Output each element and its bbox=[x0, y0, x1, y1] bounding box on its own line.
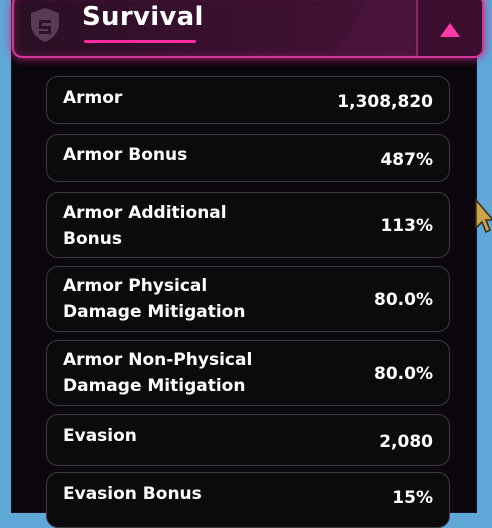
stat-row-armor-bonus: Armor Bonus 487% bbox=[46, 134, 450, 182]
stat-row-armor: Armor 1,308,820 bbox=[46, 76, 450, 124]
collapse-toggle-button[interactable] bbox=[416, 0, 482, 56]
collapse-arrow-icon bbox=[440, 23, 460, 37]
section-title: Survival bbox=[82, 2, 204, 32]
stat-label: Armor Non-Physical Damage Mitigation bbox=[63, 350, 253, 396]
stat-value: 487% bbox=[380, 150, 433, 170]
stat-value: 15% bbox=[392, 488, 433, 508]
stat-value: 2,080 bbox=[379, 432, 433, 452]
stat-row-evasion: Evasion 2,080 bbox=[46, 414, 450, 466]
mouse-cursor-icon bbox=[475, 198, 492, 234]
title-underline bbox=[84, 40, 196, 43]
stat-label: Armor Additional Bonus bbox=[63, 203, 227, 249]
stat-label: Armor Bonus bbox=[63, 145, 188, 165]
stat-row-evasion-bonus: Evasion Bonus 15% bbox=[46, 472, 450, 528]
stat-row-armor-non-physical-mitigation: Armor Non-Physical Damage Mitigation 80.… bbox=[46, 340, 450, 406]
stat-value: 113% bbox=[380, 216, 433, 236]
stat-value: 1,308,820 bbox=[337, 92, 433, 112]
shield-icon bbox=[31, 8, 59, 42]
stat-label: Armor bbox=[63, 88, 123, 108]
survival-panel: Survival Armor 1,308,820 Armor Bonus 487… bbox=[12, 0, 484, 528]
stat-label: Armor Physical Damage Mitigation bbox=[63, 276, 246, 322]
stat-row-armor-additional-bonus: Armor Additional Bonus 113% bbox=[46, 192, 450, 258]
stat-value: 80.0% bbox=[374, 290, 433, 310]
stat-label: Evasion bbox=[63, 426, 137, 446]
stat-label: Evasion Bonus bbox=[63, 484, 202, 504]
stat-value: 80.0% bbox=[374, 364, 433, 384]
survival-header[interactable]: Survival bbox=[12, 0, 484, 58]
stat-row-armor-physical-mitigation: Armor Physical Damage Mitigation 80.0% bbox=[46, 266, 450, 332]
